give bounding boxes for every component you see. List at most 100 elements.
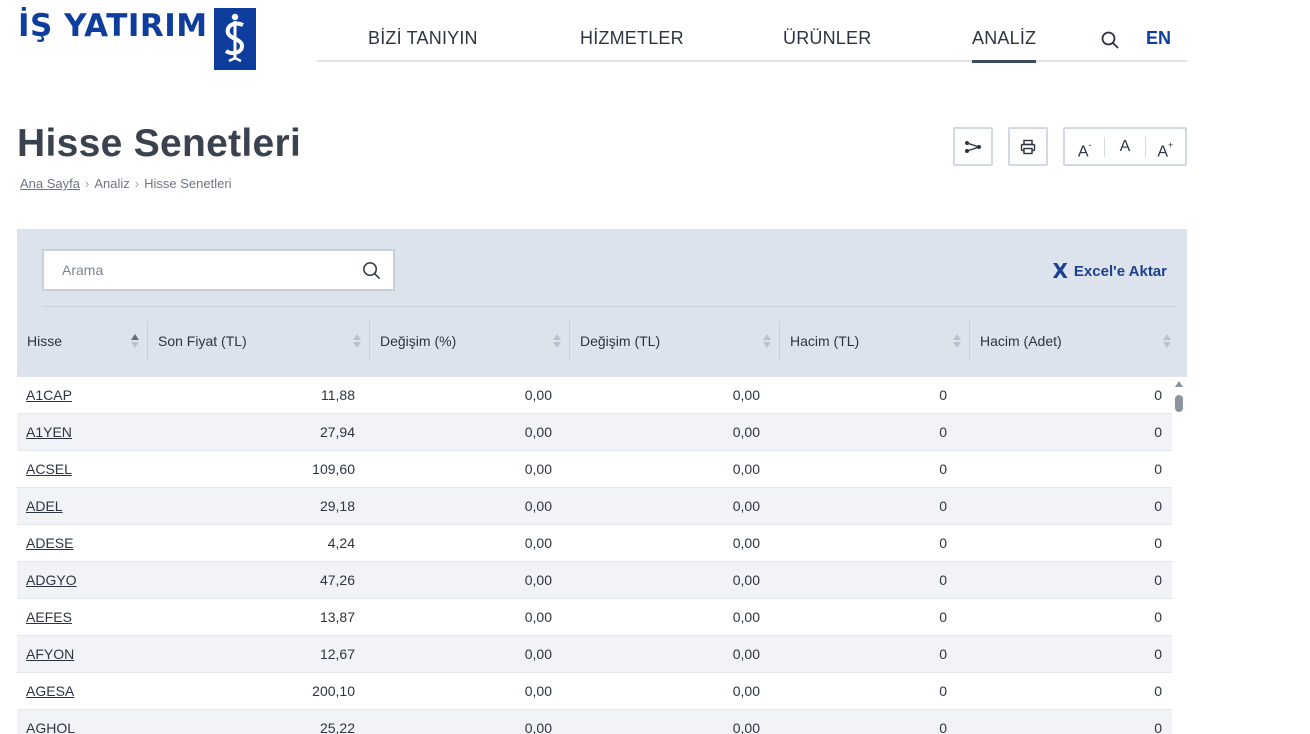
font-size-controls: A- A A+ bbox=[1063, 127, 1187, 166]
stock-symbol-link[interactable]: ADEL bbox=[26, 488, 63, 525]
table-cell: 0,00 bbox=[524, 609, 552, 625]
page-title: Hisse Senetleri bbox=[17, 122, 302, 165]
table-row: ADGYO 47,26 0,00 0,00 0 0 bbox=[17, 562, 1172, 599]
nav-item-hizmetler[interactable]: HİZMETLER bbox=[580, 28, 684, 49]
table-toolbar: X Excel'e Aktar Hisse Son Fiyat (TL) Değ… bbox=[17, 229, 1187, 377]
table-cell: 0 bbox=[1154, 535, 1162, 551]
table-cell: 0,00 bbox=[732, 683, 760, 699]
table-row: AGESA 200,10 0,00 0,00 0 0 bbox=[17, 673, 1172, 710]
chevron-right-icon: › bbox=[134, 176, 140, 191]
table-cell: 0,00 bbox=[524, 683, 552, 699]
breadcrumb-analiz[interactable]: Analiz bbox=[94, 176, 129, 191]
table-cell: 0 bbox=[1154, 720, 1162, 734]
scrollbar-thumb[interactable] bbox=[1175, 395, 1183, 412]
table-cell: 0,00 bbox=[732, 535, 760, 551]
table-cell: 0 bbox=[939, 720, 947, 734]
table-cell: 0 bbox=[939, 498, 947, 514]
print-icon bbox=[1020, 139, 1036, 154]
column-header-hacim-tl[interactable]: Hacim (TL) bbox=[779, 321, 969, 361]
sort-icon bbox=[1163, 332, 1171, 350]
excel-export-label: Excel'e Aktar bbox=[1073, 262, 1167, 280]
stock-symbol-link[interactable]: ADESE bbox=[26, 525, 73, 562]
stock-symbol-link[interactable]: AGESA bbox=[26, 673, 74, 710]
table-cell: 0 bbox=[1154, 609, 1162, 625]
stock-symbol-link[interactable]: A1YEN bbox=[26, 414, 72, 451]
sort-icon bbox=[953, 332, 961, 350]
table-scrollbar[interactable] bbox=[1174, 381, 1184, 734]
column-header-hisse[interactable]: Hisse bbox=[17, 321, 147, 361]
column-header-degisim-yuzde[interactable]: Değişim (%) bbox=[369, 321, 569, 361]
main-nav: BİZİ TANIYIN HİZMETLER ÜRÜNLER ANALİZ EN bbox=[317, 16, 1187, 63]
breadcrumb-current: Hisse Senetleri bbox=[144, 176, 232, 191]
table-cell: 0 bbox=[1154, 387, 1162, 403]
table-row: ADESE 4,24 0,00 0,00 0 0 bbox=[17, 525, 1172, 562]
stock-symbol-link[interactable]: AEFES bbox=[26, 599, 72, 636]
table-cell: 0 bbox=[1154, 498, 1162, 514]
table-cell: 0,00 bbox=[732, 572, 760, 588]
share-button[interactable] bbox=[953, 127, 993, 166]
table-cell: 13,87 bbox=[319, 609, 355, 625]
table-cell: 0,00 bbox=[732, 461, 760, 477]
nav-item-analiz[interactable]: ANALİZ bbox=[972, 28, 1037, 63]
nav-item-urunler[interactable]: ÜRÜNLER bbox=[783, 28, 871, 49]
table-cell: 0 bbox=[1154, 461, 1162, 477]
table-row: AFYON 12,67 0,00 0,00 0 0 bbox=[17, 636, 1172, 673]
table-cell: 0 bbox=[939, 572, 947, 588]
search-icon[interactable] bbox=[362, 261, 381, 285]
table-cell: 0 bbox=[939, 461, 947, 477]
table-cell: 200,10 bbox=[312, 683, 355, 699]
table-cell: 0,00 bbox=[524, 424, 552, 440]
column-header-son-fiyat[interactable]: Son Fiyat (TL) bbox=[147, 321, 369, 361]
print-button[interactable] bbox=[1008, 127, 1048, 166]
table-search-input[interactable] bbox=[44, 251, 344, 289]
table-cell: 109,60 bbox=[312, 461, 355, 477]
sort-icon bbox=[763, 332, 771, 350]
table-search bbox=[42, 249, 395, 291]
table-row: ACSEL 109,60 0,00 0,00 0 0 bbox=[17, 451, 1172, 488]
share-icon bbox=[965, 140, 981, 153]
table-cell: 47,26 bbox=[319, 572, 355, 588]
table-cell: 0 bbox=[1154, 646, 1162, 662]
column-header-degisim-tl[interactable]: Değişim (TL) bbox=[569, 321, 779, 361]
table-cell: 0 bbox=[939, 387, 947, 403]
column-header-hacim-adet[interactable]: Hacim (Adet) bbox=[969, 321, 1179, 361]
table-cell: 27,94 bbox=[319, 424, 355, 440]
is-bank-logo-icon bbox=[214, 8, 256, 70]
search-icon[interactable] bbox=[1100, 30, 1120, 50]
sort-icon bbox=[131, 332, 139, 350]
table-cell: 12,67 bbox=[319, 646, 355, 662]
table-cell: 0 bbox=[1154, 683, 1162, 699]
table-cell: 0,00 bbox=[732, 646, 760, 662]
table-cell: 0 bbox=[1154, 572, 1162, 588]
stock-symbol-link[interactable]: ADGYO bbox=[26, 562, 77, 599]
font-increase-button[interactable]: A+ bbox=[1144, 136, 1185, 160]
excel-export-button[interactable]: X Excel'e Aktar bbox=[1053, 259, 1168, 283]
sort-icon bbox=[353, 332, 361, 350]
table-row: ADEL 29,18 0,00 0,00 0 0 bbox=[17, 488, 1172, 525]
brand-logo-link[interactable]: İŞ YATIRIM bbox=[18, 8, 256, 70]
nav-item-bizi-taniyin[interactable]: BİZİ TANIYIN bbox=[368, 28, 478, 49]
table-cell: 0,00 bbox=[732, 424, 760, 440]
stock-table-body: A1CAP 11,88 0,00 0,00 0 0 A1YEN 27,94 0,00 0,00 0 0… bbox=[17, 377, 1172, 734]
table-cell: 4,24 bbox=[327, 535, 355, 551]
table-cell: 0,00 bbox=[524, 387, 552, 403]
breadcrumb-home[interactable]: Ana Sayfa bbox=[20, 176, 80, 191]
divider bbox=[42, 306, 1175, 307]
stock-symbol-link[interactable]: AGHOL bbox=[26, 710, 75, 734]
stock-symbol-link[interactable]: ACSEL bbox=[26, 451, 72, 488]
table-row: AEFES 13,87 0,00 0,00 0 0 bbox=[17, 599, 1172, 636]
table-cell: 0 bbox=[939, 683, 947, 699]
table-cell: 25,22 bbox=[319, 720, 355, 734]
table-cell: 0 bbox=[939, 535, 947, 551]
font-reset-button[interactable]: A bbox=[1104, 136, 1144, 157]
table-cell: 0,00 bbox=[524, 498, 552, 514]
stock-symbol-link[interactable]: A1CAP bbox=[26, 377, 72, 414]
table-cell: 0 bbox=[939, 424, 947, 440]
stock-symbol-link[interactable]: AFYON bbox=[26, 636, 74, 673]
font-decrease-button[interactable]: A- bbox=[1065, 137, 1104, 160]
table-cell: 0,00 bbox=[524, 646, 552, 662]
scroll-up-arrow-icon[interactable] bbox=[1175, 381, 1183, 387]
table-cell: 0,00 bbox=[732, 498, 760, 514]
language-switch[interactable]: EN bbox=[1146, 28, 1171, 49]
table-row: A1YEN 27,94 0,00 0,00 0 0 bbox=[17, 414, 1172, 451]
